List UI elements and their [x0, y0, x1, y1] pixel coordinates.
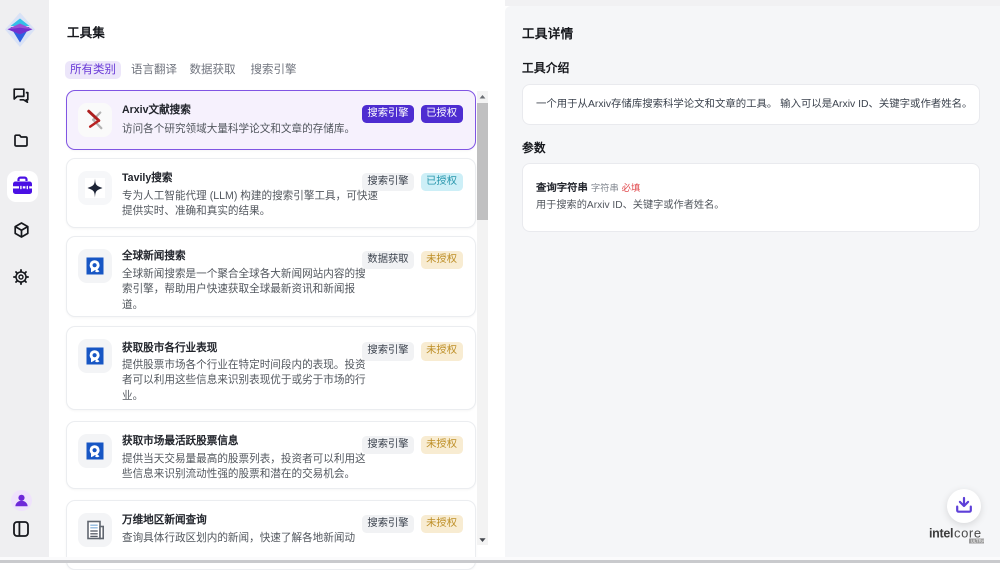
svg-text:intel: intel: [929, 527, 953, 541]
svg-text:ULTRA: ULTRA: [971, 539, 985, 544]
